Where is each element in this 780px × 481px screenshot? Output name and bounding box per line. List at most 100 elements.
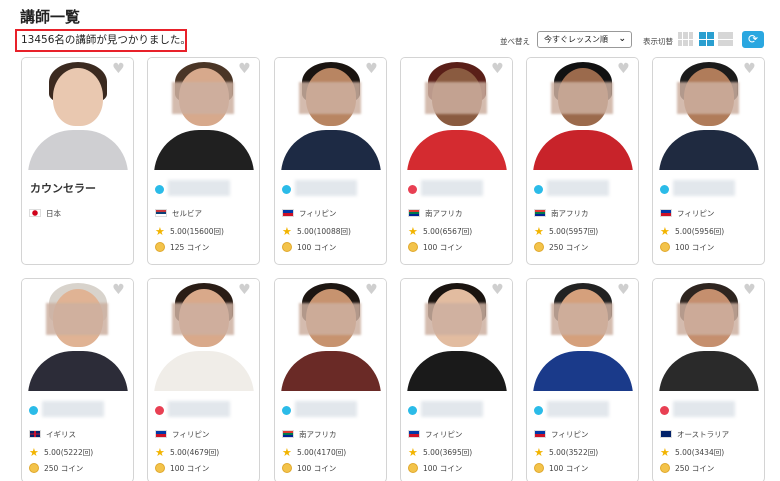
teacher-card[interactable]: ♥ フィリピン ★ 5.00(3522回) 100 コイン [526,278,639,481]
teacher-price-text: 100 コイン [297,243,337,252]
face-blur [172,303,234,335]
teacher-country-text: オーストラリア [677,430,730,439]
teacher-country-text: フィリピン [172,430,210,439]
teacher-photo[interactable]: ♥ [148,279,259,391]
teacher-name-row[interactable] [408,180,508,196]
teacher-price-text: 100 コイン [549,464,589,473]
star-icon: ★ [660,225,670,238]
coin-icon [660,463,670,473]
teacher-name-row[interactable] [29,401,129,417]
teacher-country: 南アフリカ [408,208,463,219]
coin-icon [282,242,292,252]
teacher-photo[interactable]: ♥ [22,58,133,170]
teacher-photo[interactable]: ♥ [401,58,512,170]
flag-gb-icon [29,430,41,438]
teacher-clothing [281,130,381,170]
teacher-name-row[interactable] [155,401,255,417]
heart-icon[interactable]: ♥ [237,62,252,76]
teacher-card[interactable]: ♥ オーストラリア ★ 5.00(3434回) 250 コイン [652,278,765,481]
teacher-photo[interactable]: ♥ [527,58,638,170]
teacher-rating: ★ 5.00(5956回) [660,225,724,238]
refresh-button[interactable]: ⟳ [742,31,764,48]
teacher-name-row[interactable] [282,180,382,196]
flag-rs-icon [155,209,167,217]
teacher-name-row[interactable] [534,180,634,196]
teacher-rating-text: 5.00(3434回) [675,448,725,457]
teacher-rating: ★ 5.00(5222回) [29,446,93,459]
teacher-clothing [659,130,759,170]
refresh-icon: ⟳ [747,32,759,46]
status-dot [155,406,164,415]
teacher-rating: ★ 5.00(6567回) [408,225,472,238]
flag-za-icon [282,430,294,438]
teacher-photo[interactable]: ♥ [148,58,259,170]
teacher-name-blurred [168,180,230,196]
teacher-card[interactable]: ♥ フィリピン ★ 5.00(4679回) 100 コイン [147,278,260,481]
heart-icon[interactable]: ♥ [616,62,631,76]
teacher-photo[interactable]: ♥ [401,279,512,391]
heart-icon[interactable]: ♥ [616,283,631,297]
teacher-name-row[interactable] [534,401,634,417]
teacher-name-row[interactable] [155,180,255,196]
teacher-name-row[interactable] [282,401,382,417]
teacher-rating: ★ 5.00(3434回) [660,446,724,459]
teacher-card[interactable]: ♥ カウンセラー 日本 [21,57,134,265]
teacher-price: 100 コイン [660,242,714,253]
teacher-card[interactable]: ♥ フィリピン ★ 5.00(10088回) 100 コイン [274,57,387,265]
heart-icon[interactable]: ♥ [490,62,505,76]
teacher-photo[interactable]: ♥ [653,279,764,391]
teacher-price-text: 100 コイン [423,464,463,473]
teacher-photo[interactable]: ♥ [653,58,764,170]
teacher-card[interactable]: ♥ 南アフリカ ★ 5.00(6567回) 100 コイン [400,57,513,265]
heart-icon[interactable]: ♥ [490,283,505,297]
teacher-photo[interactable]: ♥ [275,58,386,170]
teacher-card[interactable]: ♥ フィリピン ★ 5.00(5956回) 100 コイン [652,57,765,265]
flag-ph-icon [155,430,167,438]
teacher-rating: ★ 5.00(3522回) [534,446,598,459]
heart-icon[interactable]: ♥ [111,283,126,297]
heart-icon[interactable]: ♥ [742,62,757,76]
teacher-photo[interactable]: ♥ [527,279,638,391]
page-title: 講師一覧 [20,8,81,26]
coin-icon [534,242,544,252]
heart-icon[interactable]: ♥ [364,62,379,76]
star-icon: ★ [155,446,165,459]
grid-large-view-icon[interactable] [699,32,714,46]
teacher-country-text: フィリピン [425,430,463,439]
teacher-photo[interactable]: ♥ [275,279,386,391]
teacher-rating-text: 5.00(6567回) [423,227,473,236]
teacher-country: セルビア [155,208,202,219]
teacher-name-row[interactable] [660,180,760,196]
teacher-card[interactable]: ♥ フィリピン ★ 5.00(3695回) 100 コイン [400,278,513,481]
sort-select[interactable]: 今すぐレッスン順 ⌄ [537,31,632,48]
teacher-card[interactable]: ♥ セルビア ★ 5.00(15600回) 125 コイン [147,57,260,265]
list-view-icon[interactable] [718,32,733,46]
teacher-rating-text: 5.00(3522回) [549,448,599,457]
counselor-name: カウンセラー [30,182,96,195]
heart-icon[interactable]: ♥ [742,283,757,297]
teacher-country-text: イギリス [46,430,76,439]
teacher-price-text: 250 コイン [44,464,84,473]
teacher-name-row[interactable] [408,401,508,417]
teacher-name-blurred [547,401,609,417]
teacher-card[interactable]: ♥ イギリス ★ 5.00(5222回) 250 コイン [21,278,134,481]
teacher-price-text: 100 コイン [675,243,715,252]
heart-icon[interactable]: ♥ [237,283,252,297]
star-icon: ★ [155,225,165,238]
teacher-card[interactable]: ♥ 南アフリカ ★ 5.00(4170回) 100 コイン [274,278,387,481]
face-blur [425,303,487,335]
grid-small-view-icon[interactable] [678,32,693,46]
teacher-photo[interactable]: ♥ [22,279,133,391]
heart-icon[interactable]: ♥ [111,62,126,76]
status-dot [534,406,543,415]
teacher-country-text: 南アフリカ [551,209,589,218]
teacher-price-text: 100 コイン [423,243,463,252]
teacher-country-text: セルビア [172,209,202,218]
teacher-price-text: 250 コイン [675,464,715,473]
teacher-name-row[interactable] [660,401,760,417]
heart-icon[interactable]: ♥ [364,283,379,297]
flag-ph-icon [660,209,672,217]
teacher-card[interactable]: ♥ 南アフリカ ★ 5.00(5957回) 250 コイン [526,57,639,265]
result-count: 13456名の講師が見つかりました。 [15,29,187,52]
teacher-name-blurred [673,401,735,417]
